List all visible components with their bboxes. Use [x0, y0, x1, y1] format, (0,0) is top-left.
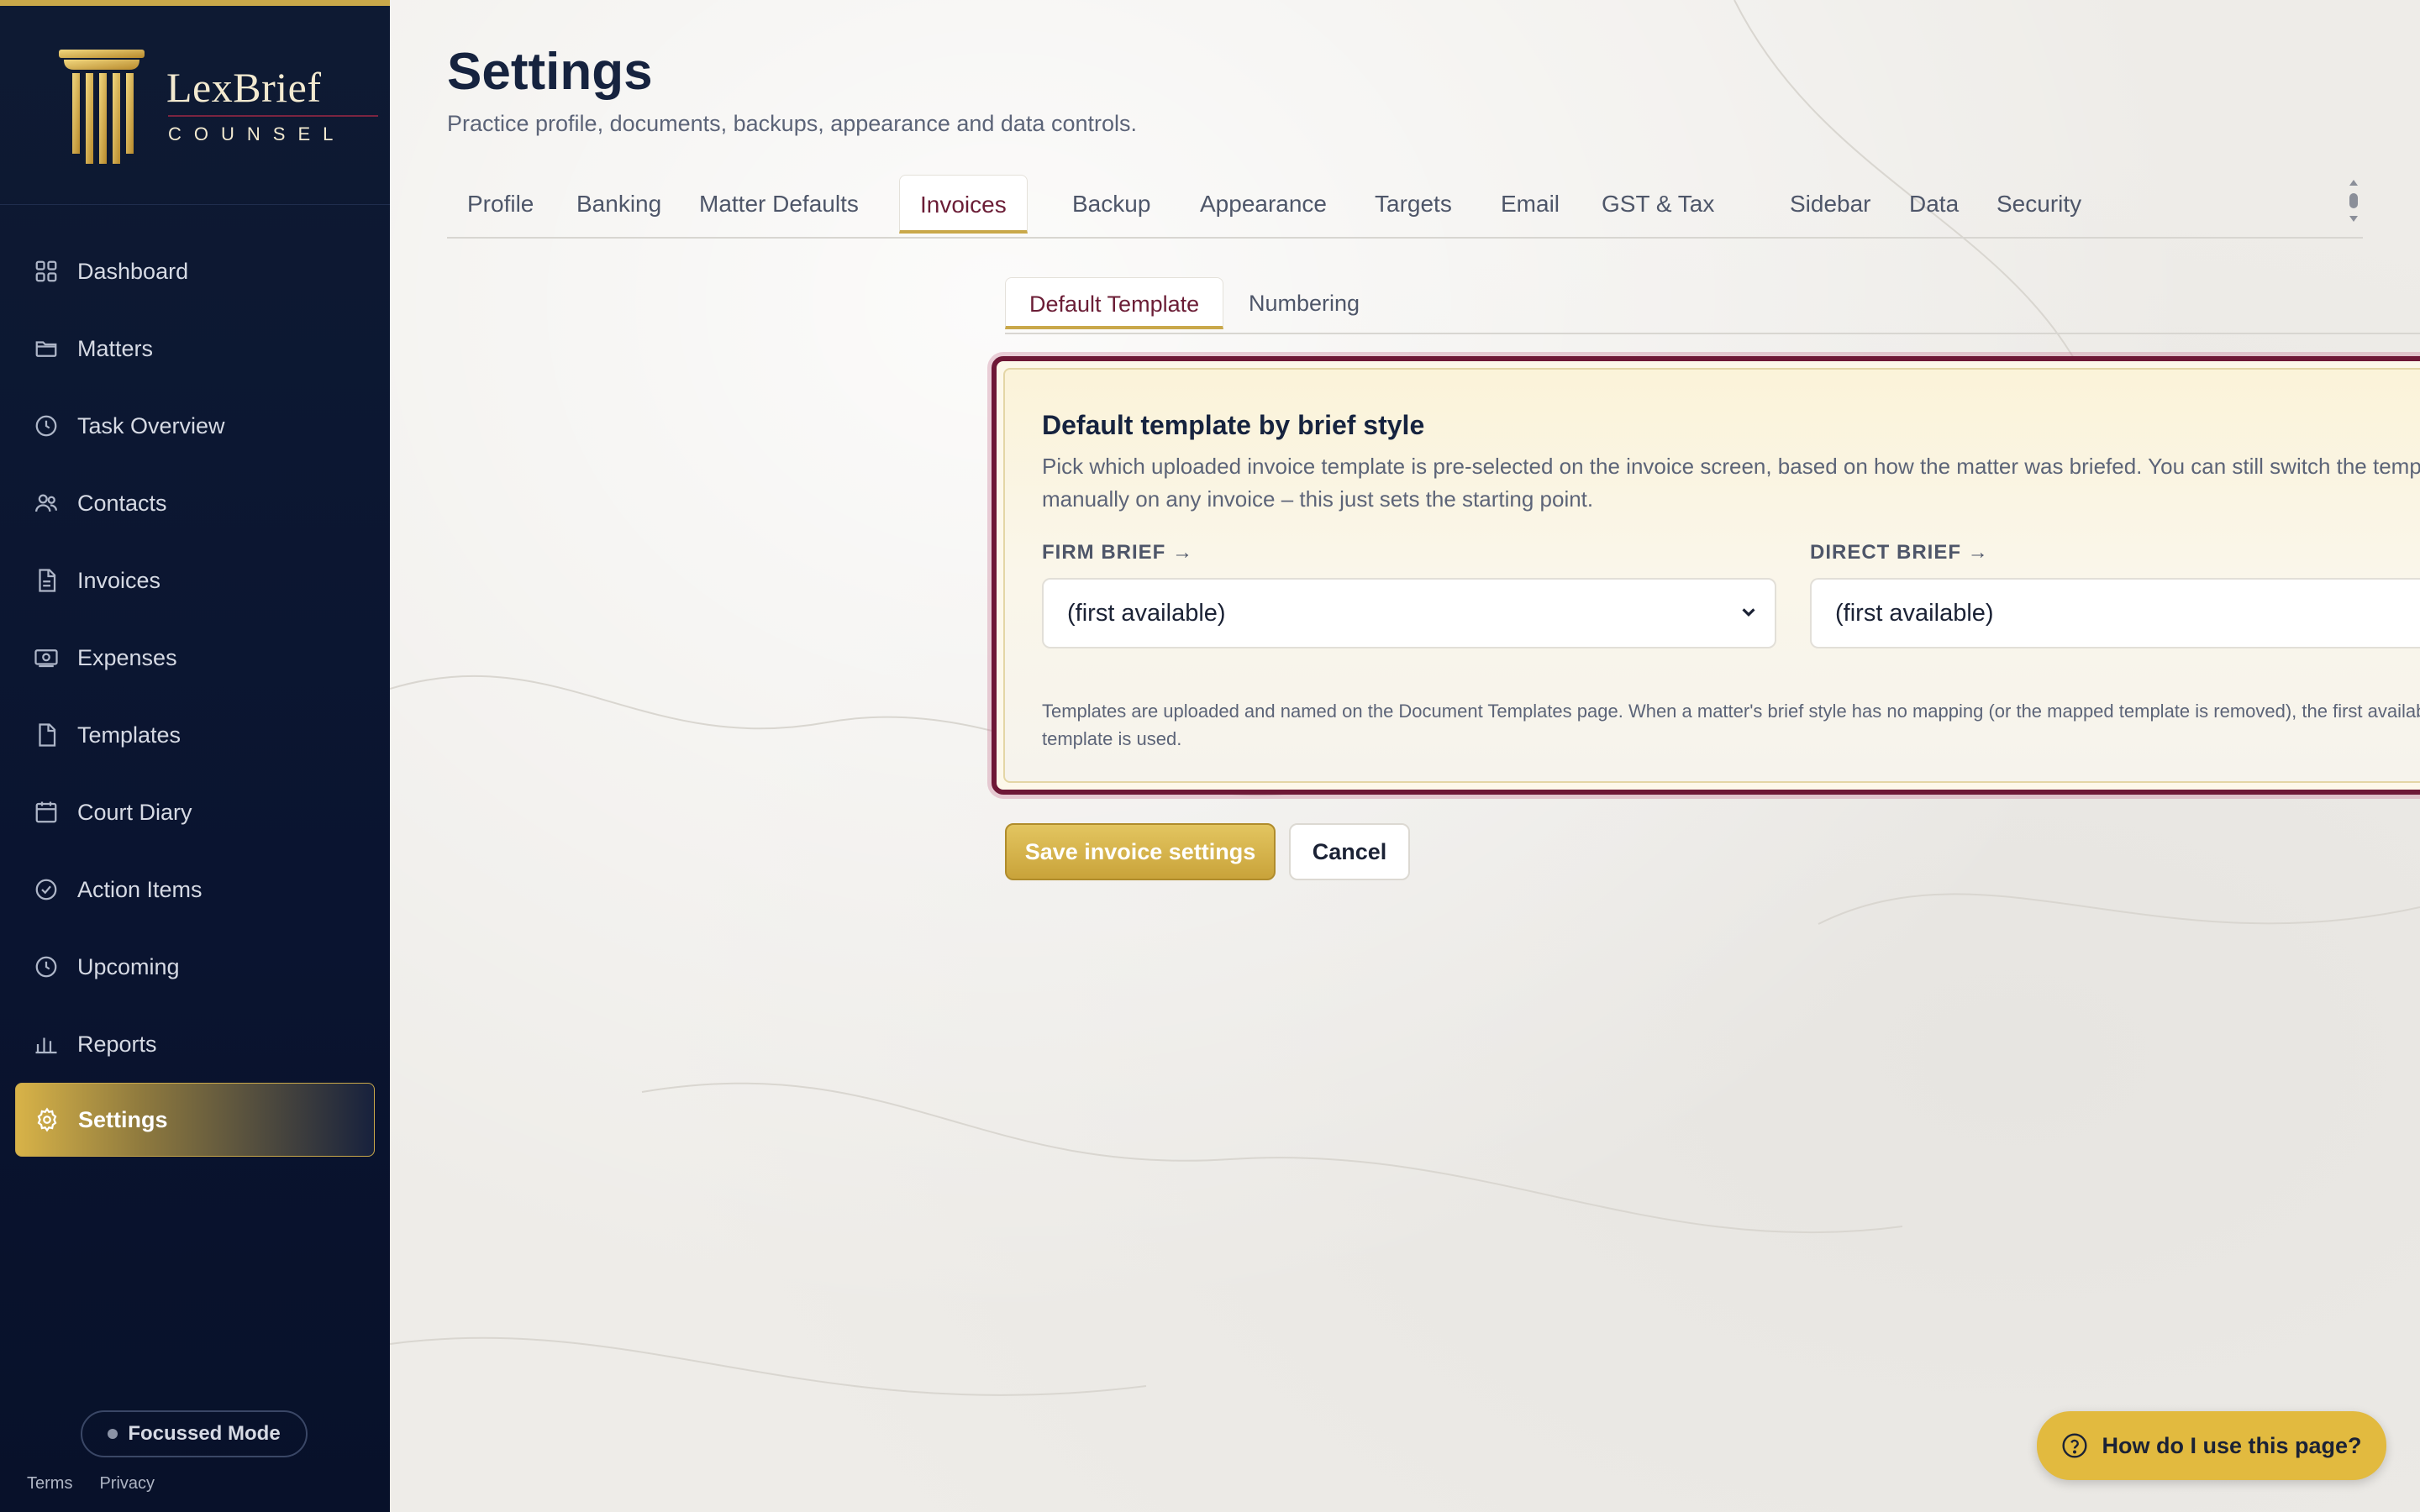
clock-icon	[34, 954, 59, 979]
folder-icon	[34, 336, 59, 361]
firm-brief-select[interactable]: (first available)	[1042, 578, 1776, 648]
sidebar-item-label: Contacts	[77, 490, 167, 516]
tab-email[interactable]: Email	[1481, 175, 1580, 234]
brand-logo[interactable]: LexBrief COUNSEL	[55, 43, 378, 169]
focus-mode-toggle[interactable]: Focussed Mode	[81, 1410, 308, 1457]
help-label: How do I use this page?	[2102, 1432, 2362, 1458]
footer-links: Terms Privacy	[27, 1474, 155, 1494]
firm-brief-label: FIRM BRIEF →	[1042, 541, 1193, 564]
focus-mode-label: Focussed Mode	[128, 1422, 281, 1445]
cancel-button[interactable]: Cancel	[1289, 823, 1410, 880]
bar-chart-icon	[34, 1032, 59, 1057]
file-text-icon	[34, 568, 59, 593]
tab-sidebar[interactable]: Sidebar	[1770, 175, 1891, 234]
question-circle-icon	[2062, 1433, 2088, 1458]
tab-backup[interactable]: Backup	[1052, 175, 1171, 234]
tab-numbering[interactable]: Numbering	[1225, 277, 1383, 329]
sidebar-item-upcoming[interactable]: Upcoming	[0, 928, 390, 1005]
sidebar-item-label: Upcoming	[77, 953, 180, 979]
sidebar-item-settings[interactable]: Settings	[15, 1083, 375, 1157]
card-body: Default template by brief style Pick whi…	[1003, 368, 2420, 783]
sidebar-item-matters[interactable]: Matters	[0, 310, 390, 387]
direct-brief-select[interactable]: (first available)	[1810, 578, 2420, 648]
page-title: Settings	[447, 43, 653, 101]
privacy-link[interactable]: Privacy	[99, 1474, 155, 1494]
sidebar-item-action-items[interactable]: Action Items	[0, 851, 390, 928]
brand-name: LexBrief	[166, 64, 322, 111]
tab-targets[interactable]: Targets	[1355, 175, 1472, 234]
default-template-card: Default template by brief style Pick whi…	[992, 356, 2420, 795]
sidebar-item-label: Court Diary	[77, 799, 192, 825]
sidebar-item-templates[interactable]: Templates	[0, 696, 390, 774]
gear-icon	[34, 1107, 60, 1132]
tab-matter-defaults[interactable]: Matter Defaults	[679, 175, 879, 234]
sidebar-divider	[0, 204, 390, 205]
check-circle-icon	[34, 877, 59, 902]
direct-brief-label: DIRECT BRIEF →	[1810, 541, 1989, 564]
firm-brief-value: (first available)	[1067, 600, 1226, 627]
page-subtitle: Practice profile, documents, backups, ap…	[447, 111, 1137, 136]
direct-brief-value: (first available)	[1835, 600, 1994, 627]
invoice-subtabs: Default Template Numbering	[1005, 277, 2420, 334]
tab-profile[interactable]: Profile	[447, 175, 554, 234]
sidebar-item-reports[interactable]: Reports	[0, 1005, 390, 1083]
tab-gst-tax[interactable]: GST & Tax	[1581, 175, 1734, 234]
sidebar-item-court-diary[interactable]: Court Diary	[0, 774, 390, 851]
sidebar-item-label: Action Items	[77, 876, 203, 902]
help-button[interactable]: How do I use this page?	[2037, 1411, 2386, 1480]
sidebar-item-task-overview[interactable]: Task Overview	[0, 387, 390, 465]
save-invoice-settings-button[interactable]: Save invoice settings	[1005, 823, 1276, 880]
card-title: Default template by brief style	[1042, 410, 1425, 440]
sidebar-item-label: Dashboard	[77, 258, 189, 284]
status-dot-icon	[108, 1429, 118, 1439]
sidebar-item-invoices[interactable]: Invoices	[0, 542, 390, 619]
sidebar-item-contacts[interactable]: Contacts	[0, 465, 390, 542]
sidebar-item-label: Reports	[77, 1031, 157, 1057]
sidebar-item-label: Expenses	[77, 644, 177, 670]
sidebar-item-expenses[interactable]: Expenses	[0, 619, 390, 696]
tab-data[interactable]: Data	[1889, 175, 1979, 234]
sidebar-item-label: Templates	[77, 722, 182, 748]
sidebar: LexBrief COUNSEL Dashboard Matters Task …	[0, 0, 390, 1512]
clock-icon	[34, 413, 59, 438]
calendar-icon	[34, 800, 59, 825]
grid-icon	[34, 259, 59, 284]
sidebar-item-label: Matters	[77, 335, 154, 361]
tab-banking[interactable]: Banking	[556, 175, 681, 234]
card-note: Templates are uploaded and named on the …	[1042, 701, 2420, 749]
banknote-icon	[34, 645, 59, 670]
pillar-logo-icon	[59, 50, 145, 164]
chevron-down-icon	[1742, 608, 1755, 617]
sidebar-item-label: Invoices	[77, 567, 161, 593]
tab-default-template[interactable]: Default Template	[1005, 277, 1224, 329]
brand-tagline: COUNSEL	[168, 123, 346, 144]
tab-invoices[interactable]: Invoices	[899, 175, 1028, 234]
terms-link[interactable]: Terms	[27, 1474, 72, 1494]
settings-tabs: Profile Banking Matter Defaults Invoices…	[447, 175, 2363, 239]
tab-scroll-icon[interactable]	[2348, 178, 2360, 223]
main-content: Settings Practice profile, documents, ba…	[390, 0, 2420, 1512]
sidebar-nav: Dashboard Matters Task Overview Contacts…	[0, 233, 390, 1157]
brand-divider	[168, 115, 378, 117]
tab-appearance[interactable]: Appearance	[1180, 175, 1347, 234]
card-description: Pick which uploaded invoice template is …	[1042, 454, 2420, 512]
sidebar-item-dashboard[interactable]: Dashboard	[0, 233, 390, 310]
sidebar-item-label: Task Overview	[77, 412, 225, 438]
sidebar-item-label: Settings	[78, 1106, 168, 1132]
tab-security[interactable]: Security	[1976, 175, 2102, 234]
file-icon	[34, 722, 59, 748]
users-icon	[34, 491, 59, 516]
